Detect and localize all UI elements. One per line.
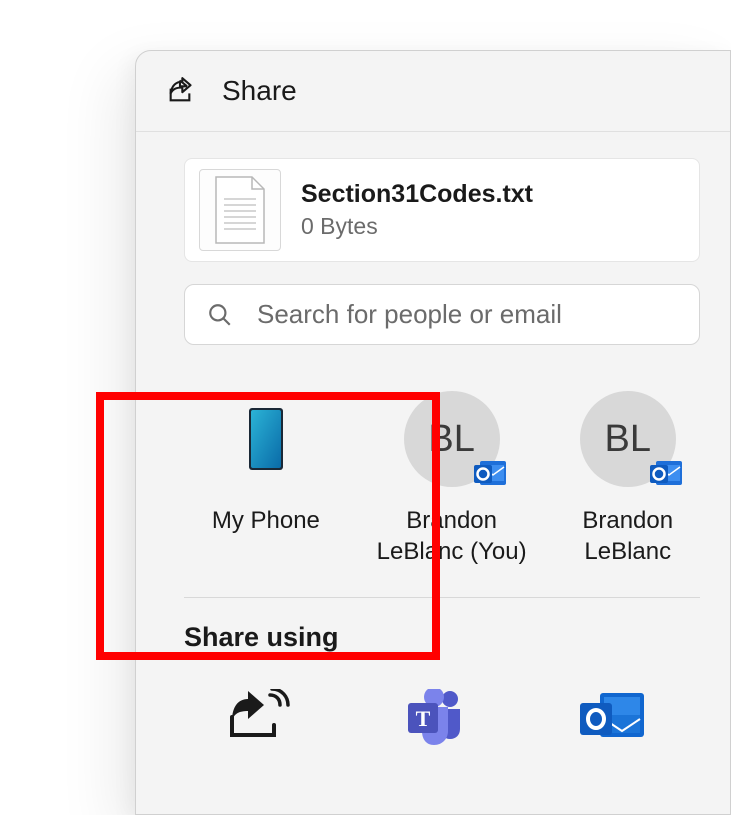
teams-icon: T bbox=[404, 689, 468, 750]
dialog-header: Share bbox=[136, 51, 730, 132]
share-target-label: My Phone bbox=[212, 505, 320, 536]
svg-text:T: T bbox=[416, 706, 431, 731]
avatar: BL bbox=[404, 391, 500, 487]
outlook-icon bbox=[578, 689, 646, 750]
search-box[interactable] bbox=[184, 284, 700, 345]
file-info: Section31Codes.txt 0 Bytes bbox=[301, 180, 533, 240]
file-name: Section31Codes.txt bbox=[301, 180, 533, 209]
dialog-title: Share bbox=[222, 75, 297, 107]
search-input[interactable] bbox=[257, 299, 677, 330]
share-targets-row: My Phone BL bbox=[184, 391, 700, 598]
share-app-nearby[interactable] bbox=[224, 689, 294, 750]
share-dialog: Share Section31Codes.txt 0 Bytes bbox=[135, 50, 731, 815]
share-target-label: Brandon LeBlanc bbox=[556, 505, 700, 567]
nearby-sharing-icon bbox=[224, 689, 294, 744]
dialog-body: Section31Codes.txt 0 Bytes bbox=[136, 132, 730, 750]
share-apps-row: T bbox=[184, 689, 700, 750]
outlook-badge-icon bbox=[648, 455, 684, 491]
avatar-initials: BL bbox=[604, 418, 650, 461]
outlook-badge-icon bbox=[472, 455, 508, 491]
share-target-my-phone[interactable]: My Phone bbox=[184, 391, 348, 567]
avatar: BL bbox=[580, 391, 676, 487]
share-app-teams[interactable]: T bbox=[404, 689, 468, 750]
share-icon bbox=[166, 77, 194, 105]
file-card[interactable]: Section31Codes.txt 0 Bytes bbox=[184, 158, 700, 262]
share-target-label: Brandon LeBlanc (You) bbox=[370, 505, 534, 567]
share-using-heading: Share using bbox=[184, 622, 700, 653]
phone-icon bbox=[218, 391, 314, 487]
share-target-contact[interactable]: BL Brandon LeBlanc bbox=[556, 391, 700, 567]
share-target-contact-you[interactable]: BL Brandon LeBlanc (You) bbox=[370, 391, 534, 567]
file-icon bbox=[199, 169, 281, 251]
avatar-initials: BL bbox=[428, 418, 474, 461]
share-app-outlook[interactable] bbox=[578, 689, 646, 750]
search-icon bbox=[207, 302, 233, 328]
file-size: 0 Bytes bbox=[301, 213, 533, 240]
